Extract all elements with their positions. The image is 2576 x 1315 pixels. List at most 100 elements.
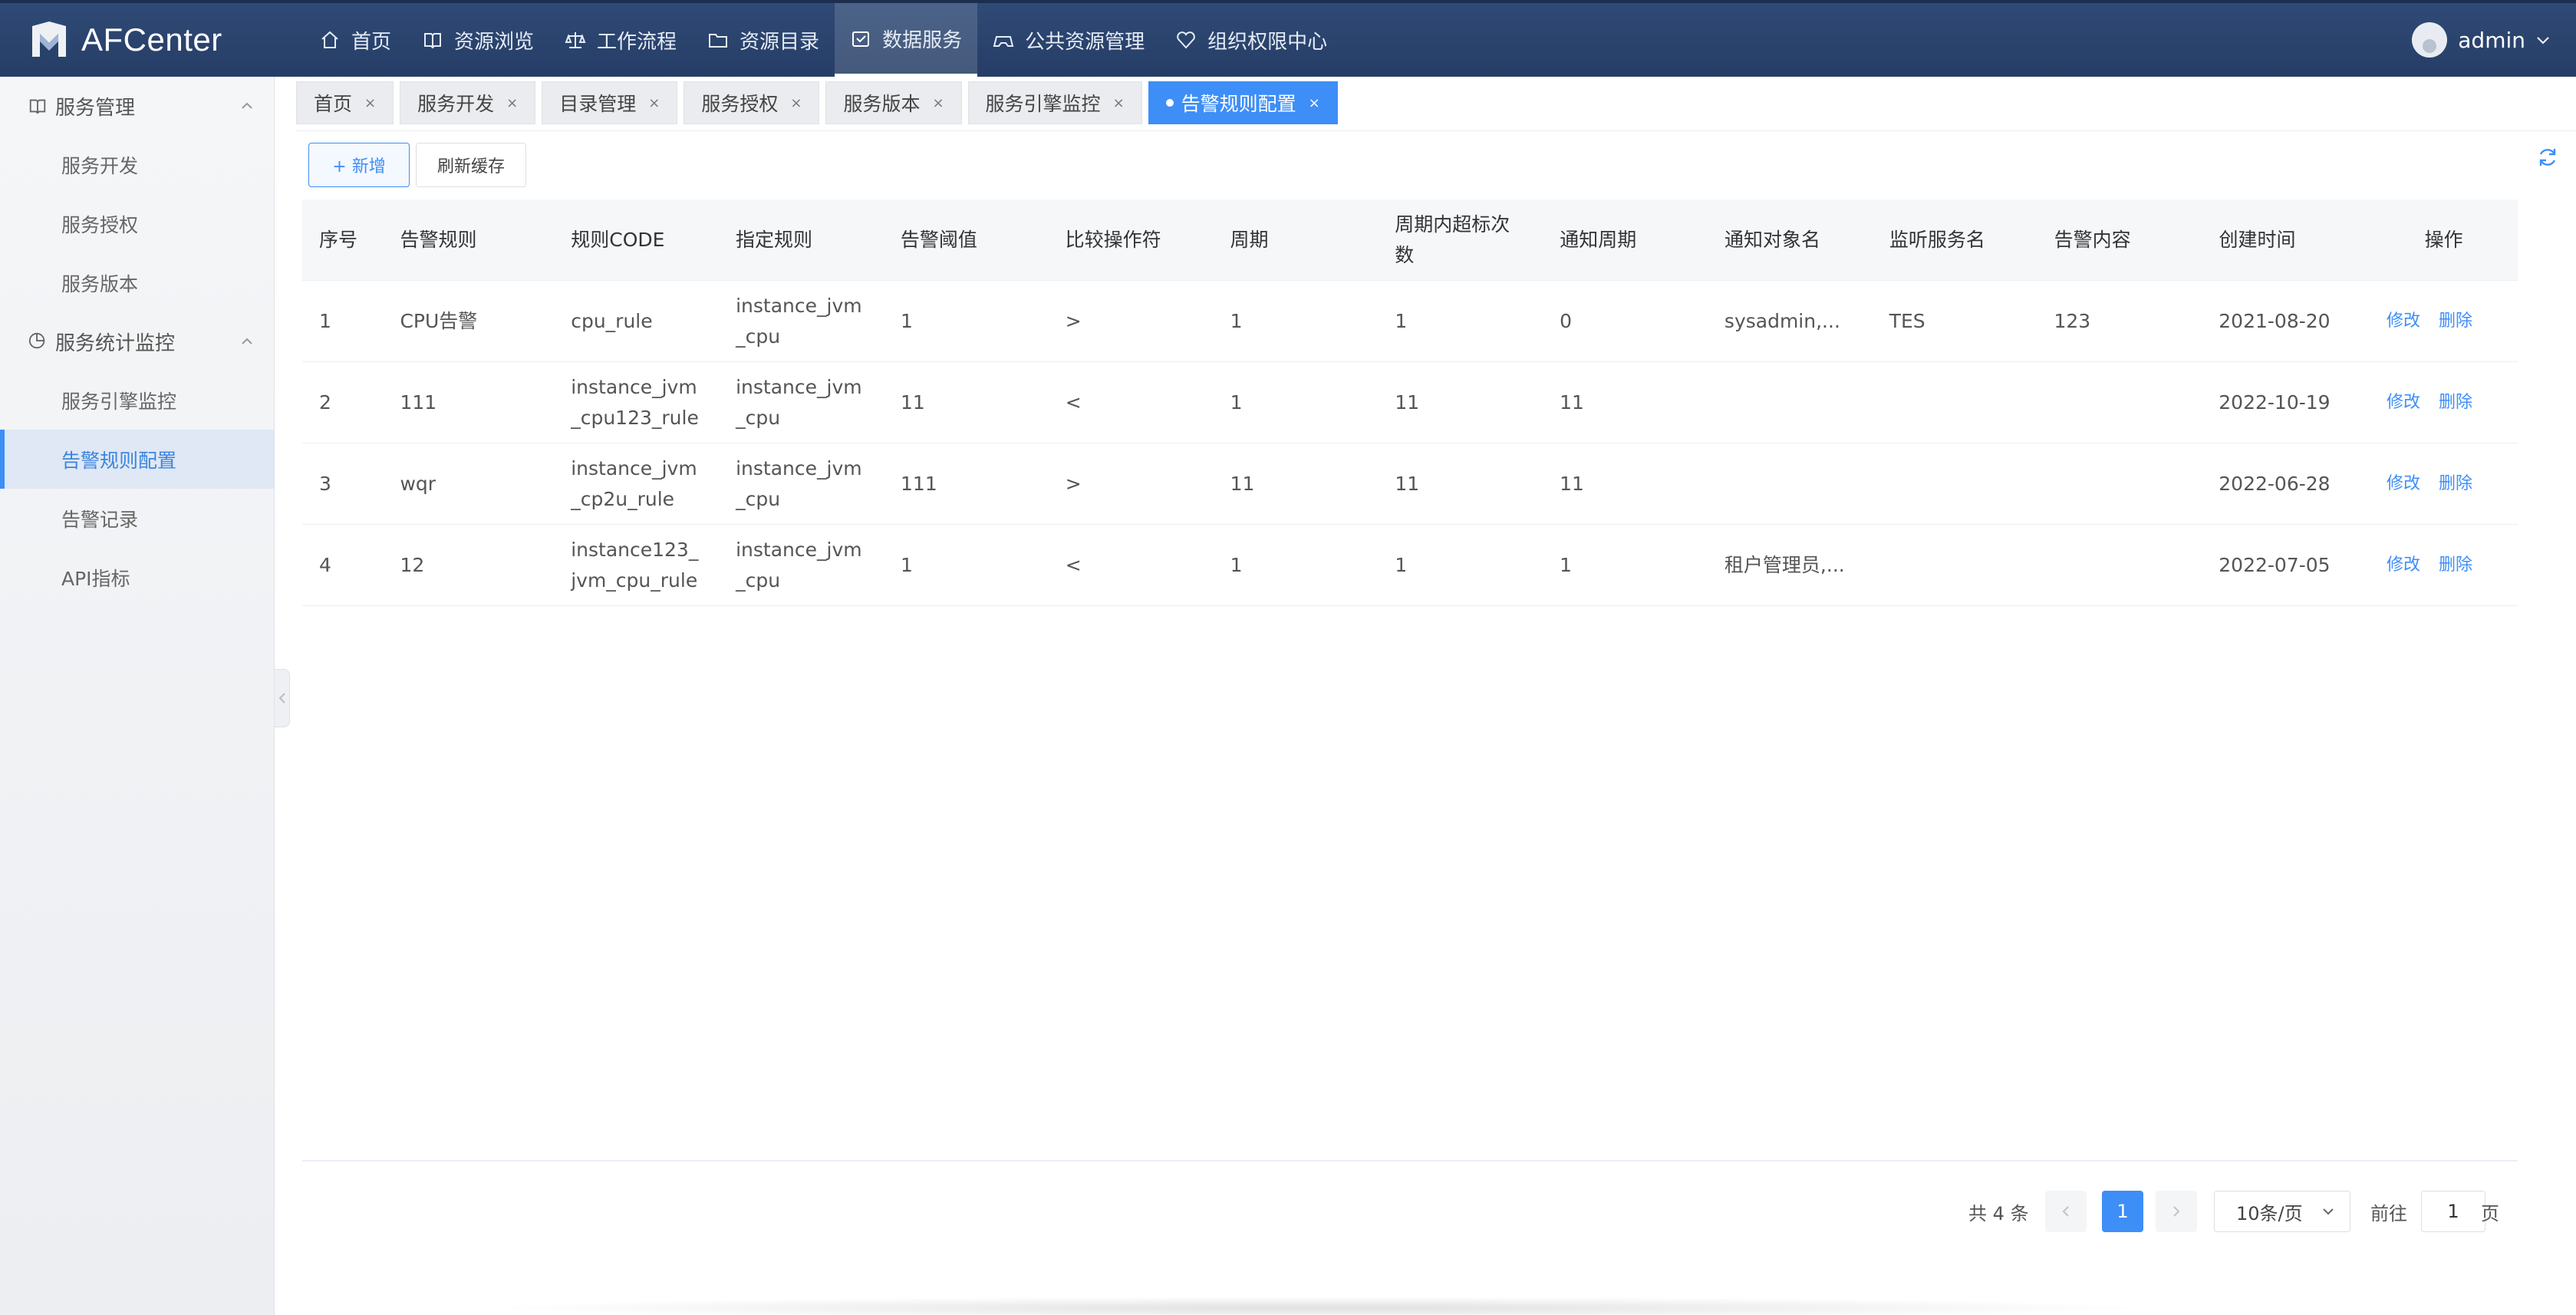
book-icon [29, 99, 46, 114]
table-cell: sysadmin,... [1724, 309, 1840, 332]
sidebar-group-1[interactable]: 服务统计监控 [0, 312, 274, 371]
delete-link[interactable]: 删除 [2439, 308, 2472, 335]
page-number-current[interactable]: 1 [2102, 1191, 2143, 1232]
column-header-4: 告警阈值 [900, 228, 977, 251]
sidebar-item-0-1[interactable]: 服务授权 [0, 194, 274, 253]
close-icon[interactable]: × [648, 95, 660, 111]
close-icon[interactable]: × [506, 95, 518, 111]
table-cell: 租户管理员,... [1724, 553, 1845, 576]
tab-6[interactable]: 告警规则配置 × [1148, 81, 1338, 124]
refresh-cache-button[interactable]: 刷新缓存 [416, 143, 526, 187]
edit-link[interactable]: 修改 [2387, 308, 2420, 335]
table-cell: 1 [319, 309, 331, 332]
table-footer-divider [302, 1160, 2518, 1162]
sidebar-item-1-0[interactable]: 服务引擎监控 [0, 371, 274, 430]
goto-suffix: 页 [2481, 1202, 2499, 1224]
table-cell: > [1065, 472, 1082, 495]
table-cell: 11 [1395, 391, 1420, 414]
tab-label: 告警规则配置 [1181, 93, 1296, 115]
table-cell: 111 [901, 472, 937, 495]
home-icon [321, 31, 338, 48]
table-row: 2 111 instance_jvm_cpu123_rule instance_jvm… [302, 362, 2518, 443]
nav-item-5[interactable]: 公共资源管理 [977, 3, 1160, 77]
delete-link[interactable]: 删除 [2439, 552, 2472, 578]
table-cell: 1 [1395, 309, 1408, 332]
row-actions: 修改 删除 [2370, 443, 2518, 524]
sidebar-item-1-2[interactable]: 告警记录 [0, 489, 274, 548]
table-cell: CPU告警 [400, 309, 478, 332]
tab-1[interactable]: 服务开发 × [400, 81, 536, 124]
delete-link[interactable]: 删除 [2439, 470, 2472, 497]
table-cell: < [1065, 391, 1082, 414]
column-header-6: 周期 [1230, 228, 1269, 251]
user-menu[interactable]: admin [2412, 3, 2551, 77]
pagination-total: 共 4 条 [1968, 1202, 2029, 1224]
edit-link[interactable]: 修改 [2387, 389, 2420, 416]
sidebar-item-0-0[interactable]: 服务开发 [0, 135, 274, 194]
sidebar-collapse-handle[interactable] [275, 669, 290, 727]
refresh-icon[interactable] [2536, 146, 2559, 169]
nav-item-3[interactable]: 资源目录 [692, 3, 835, 77]
avatar [2412, 22, 2448, 58]
prev-page-button[interactable] [2045, 1191, 2087, 1232]
edit-link[interactable]: 修改 [2387, 470, 2420, 497]
tab-4[interactable]: 服务版本 × [825, 81, 962, 124]
table-cell [1708, 362, 1873, 443]
tabs-divider [296, 130, 2576, 131]
table-cell: 123 [2054, 309, 2091, 332]
tab-5[interactable]: 服务引擎监控 × [967, 81, 1142, 124]
alert-rules-table: 序号 告警规则 规则CODE 指定规则 告警阈值 比较操作符 周期 周期内超标次数 通知周期 通知… [302, 199, 2518, 606]
table-row: 3 wqr instance_jvm_cp2u_rule instance_jvm_c… [302, 443, 2518, 525]
table-cell: instance_jvm_cpu [736, 538, 862, 592]
column-header-1: 告警规则 [400, 228, 477, 251]
sidebar-item-1-3[interactable]: API指标 [0, 548, 274, 607]
nav-item-label: 资源浏览 [454, 30, 535, 54]
table-cell: 11 [1560, 391, 1584, 414]
nav-item-6[interactable]: 组织权限中心 [1160, 3, 1342, 77]
page-size-select[interactable]: 10条/页 [2214, 1191, 2350, 1232]
column-header-9: 通知对象名 [1724, 228, 1821, 251]
chevron-up-icon [242, 338, 252, 344]
goto-page-input[interactable]: 1 [2421, 1191, 2485, 1232]
tab-0[interactable]: 首页 × [296, 81, 394, 124]
table-cell: cpu_rule [571, 309, 653, 332]
service-icon [852, 31, 870, 47]
nav-item-4[interactable]: 数据服务 [835, 3, 978, 77]
tab-label: 服务版本 [843, 93, 921, 115]
chevron-down-icon [2537, 37, 2549, 44]
table-row: 1 CPU告警 cpu_rule instance_jvm_cpu 1 >1 1 0 sysad… [302, 281, 2518, 362]
close-icon[interactable]: × [932, 95, 944, 111]
table-header: 序号 告警规则 规则CODE 指定规则 告警阈值 比较操作符 周期 周期内超标次数 通知周期 通知… [302, 199, 2518, 281]
close-icon[interactable]: × [790, 95, 802, 111]
page-tabs: 首页 × 服务开发 × 目录管理 × 服务授权 × 服务版本 × 服务引擎监控 × 告警规则配置 × [296, 81, 1344, 126]
edit-link[interactable]: 修改 [2387, 552, 2420, 578]
row-actions: 修改 删除 [2370, 525, 2518, 605]
close-icon[interactable]: × [1113, 95, 1125, 111]
add-button[interactable]: + 新增 [308, 143, 410, 187]
column-header-8: 通知周期 [1560, 228, 1637, 251]
nav-item-0[interactable]: 首页 [304, 3, 407, 77]
table-cell: 2022-10-19 [2219, 391, 2331, 414]
app-logo[interactable]: AFCenter [28, 18, 288, 61]
column-header-7: 周期内超标次数 [1395, 213, 1510, 266]
nav-item-1[interactable]: 资源浏览 [407, 3, 549, 77]
sidebar-item-0-2[interactable]: 服务版本 [0, 253, 274, 312]
sidebar-item-1-1[interactable]: 告警规则配置 [0, 430, 274, 489]
nav-item-2[interactable]: 工作流程 [549, 3, 692, 77]
table-cell: wqr [400, 472, 436, 495]
gamepad-icon [993, 36, 1014, 47]
column-header-0: 序号 [319, 228, 358, 251]
sidebar-group-0[interactable]: 服务管理 [0, 77, 274, 135]
tab-3[interactable]: 服务授权 × [684, 81, 820, 124]
delete-link[interactable]: 删除 [2439, 389, 2472, 416]
table-cell [2037, 362, 2202, 443]
table-cell: instance_jvm_cpu123_rule [571, 375, 699, 429]
next-page-button[interactable] [2156, 1191, 2197, 1232]
close-icon[interactable]: × [364, 95, 376, 111]
column-header-3: 指定规则 [736, 228, 813, 251]
row-actions: 修改 删除 [2370, 362, 2518, 443]
tab-2[interactable]: 目录管理 × [542, 81, 678, 124]
logo-icon [32, 21, 66, 57]
table-cell: 11 [901, 391, 925, 414]
close-icon[interactable]: × [1309, 95, 1320, 111]
